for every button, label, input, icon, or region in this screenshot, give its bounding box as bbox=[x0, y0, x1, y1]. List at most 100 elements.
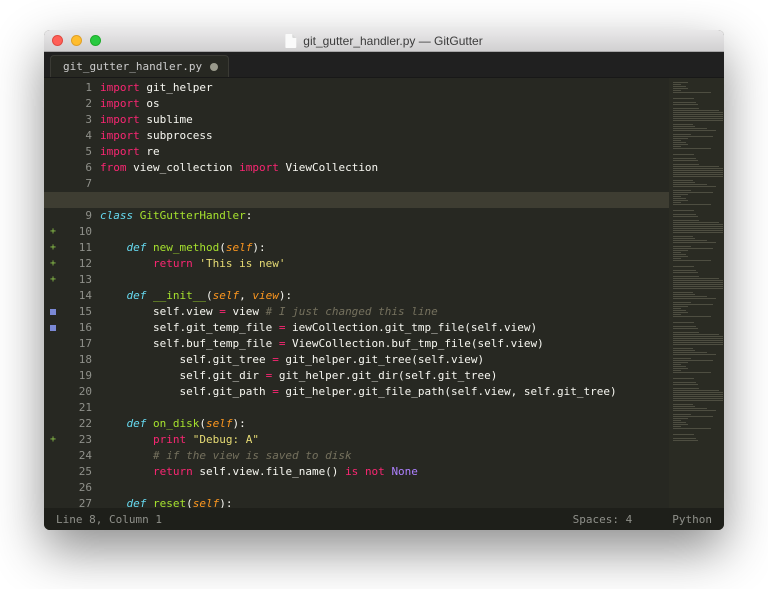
code-line[interactable]: import os bbox=[100, 96, 669, 112]
minimap-line bbox=[673, 226, 723, 227]
line-number: 15 bbox=[62, 304, 92, 320]
gutter-marker bbox=[44, 480, 62, 496]
code-line[interactable]: import subprocess bbox=[100, 128, 669, 144]
tab-active[interactable]: git_gutter_handler.py bbox=[50, 55, 229, 77]
code-line[interactable]: self.git_path = git_helper.git_file_path… bbox=[100, 384, 669, 400]
code-line[interactable] bbox=[100, 224, 669, 240]
code-line[interactable] bbox=[100, 176, 669, 192]
code-line[interactable]: return self.view.file_name() is not None bbox=[100, 464, 669, 480]
minimap-line bbox=[673, 120, 723, 121]
minimap-line bbox=[673, 406, 695, 407]
code-line[interactable]: print "Debug: A" bbox=[100, 432, 669, 448]
code-line[interactable]: def new_method(self): bbox=[100, 240, 669, 256]
gutter-marker bbox=[44, 112, 62, 128]
minimap-line bbox=[673, 316, 711, 317]
line-number: 1 bbox=[62, 80, 92, 96]
code-area[interactable]: import git_helperimport osimport sublime… bbox=[92, 78, 669, 508]
line-number: 11 bbox=[62, 240, 92, 256]
minimap-line bbox=[673, 164, 699, 165]
minimap-line bbox=[673, 98, 694, 99]
line-number: 26 bbox=[62, 480, 92, 496]
minimap-line bbox=[673, 170, 723, 171]
minimap-line bbox=[673, 180, 693, 181]
minimap-line bbox=[673, 322, 694, 323]
code-line[interactable]: import re bbox=[100, 144, 669, 160]
minimap-line bbox=[673, 372, 711, 373]
code-line[interactable]: self.view = view # I just changed this l… bbox=[100, 304, 669, 320]
minimap-line bbox=[673, 222, 719, 223]
status-position[interactable]: Line 8, Column 1 bbox=[56, 513, 162, 526]
minimap-line bbox=[673, 390, 719, 391]
close-button[interactable] bbox=[52, 35, 63, 46]
gutter-marker: + bbox=[44, 224, 62, 240]
minimap-line bbox=[673, 116, 723, 117]
gutter-marker bbox=[44, 80, 62, 96]
minimap-line bbox=[673, 418, 688, 419]
minimap-line bbox=[673, 294, 695, 295]
code-line[interactable] bbox=[100, 480, 669, 496]
minimap-line bbox=[673, 144, 688, 145]
code-line[interactable]: import sublime bbox=[100, 112, 669, 128]
gutter-marker bbox=[44, 336, 62, 352]
minimap-line bbox=[673, 342, 723, 343]
minimap-line bbox=[673, 282, 723, 283]
minimap-line bbox=[673, 258, 681, 259]
line-number: 24 bbox=[62, 448, 92, 464]
line-number: 2 bbox=[62, 96, 92, 112]
minimap-line bbox=[673, 408, 707, 409]
minimap-line bbox=[673, 216, 698, 217]
minimap-line bbox=[673, 314, 681, 315]
minimap-line bbox=[673, 276, 699, 277]
minimap-line bbox=[673, 220, 699, 221]
gutter-marker bbox=[44, 160, 62, 176]
minimize-button[interactable] bbox=[71, 35, 82, 46]
minimap[interactable] bbox=[669, 78, 724, 508]
editor-window: git_gutter_handler.py — GitGutter git_gu… bbox=[44, 30, 724, 530]
code-line[interactable]: self.git_temp_file = iewCollection.git_t… bbox=[100, 320, 669, 336]
minimap-line bbox=[673, 438, 696, 439]
minimap-line bbox=[673, 102, 696, 103]
minimap-line bbox=[673, 252, 681, 253]
code-line[interactable]: import git_helper bbox=[100, 80, 669, 96]
code-line[interactable]: self.buf_temp_file = ViewCollection.buf_… bbox=[100, 336, 669, 352]
minimap-line bbox=[673, 82, 688, 83]
code-line[interactable]: def reset(self): bbox=[100, 496, 669, 508]
minimap-line bbox=[673, 434, 694, 435]
code-line[interactable]: def on_disk(self): bbox=[100, 416, 669, 432]
tab-bar: git_gutter_handler.py bbox=[44, 52, 724, 78]
code-line[interactable]: from view_collection import ViewCollecti… bbox=[100, 160, 669, 176]
minimap-line bbox=[673, 280, 723, 281]
line-number: 3 bbox=[62, 112, 92, 128]
code-line[interactable] bbox=[100, 400, 669, 416]
line-number: 13 bbox=[62, 272, 92, 288]
minimap-line bbox=[673, 196, 681, 197]
gutter-marker bbox=[44, 496, 62, 508]
code-line[interactable]: self.git_dir = git_helper.git_dir(self.g… bbox=[100, 368, 669, 384]
code-line[interactable]: return 'This is new' bbox=[100, 256, 669, 272]
status-syntax[interactable]: Python bbox=[672, 513, 712, 526]
gutter-marker bbox=[44, 208, 62, 224]
window-title: git_gutter_handler.py — GitGutter bbox=[285, 34, 482, 48]
minimap-line bbox=[673, 404, 693, 405]
status-indent[interactable]: Spaces: 4 bbox=[573, 513, 633, 526]
line-number: 10 bbox=[62, 224, 92, 240]
code-line[interactable]: self.git_tree = git_helper.git_tree(self… bbox=[100, 352, 669, 368]
code-line[interactable] bbox=[100, 272, 669, 288]
gutter-marker bbox=[44, 464, 62, 480]
minimap-line bbox=[673, 88, 688, 89]
minimap-line bbox=[673, 238, 695, 239]
tab-label: git_gutter_handler.py bbox=[63, 60, 202, 73]
line-number: 5 bbox=[62, 144, 92, 160]
code-line[interactable]: class GitGutterHandler: bbox=[100, 208, 669, 224]
minimap-line bbox=[673, 174, 723, 175]
zoom-button[interactable] bbox=[90, 35, 101, 46]
code-line[interactable]: def __init__(self, view): bbox=[100, 288, 669, 304]
minimap-line bbox=[673, 272, 698, 273]
minimap-line bbox=[673, 366, 686, 367]
code-line[interactable]: # if the view is saved to disk bbox=[100, 448, 669, 464]
minimap-line bbox=[673, 198, 686, 199]
code-line[interactable] bbox=[100, 192, 669, 208]
minimap-line bbox=[673, 362, 688, 363]
document-icon bbox=[285, 34, 297, 48]
minimap-line bbox=[673, 334, 719, 335]
